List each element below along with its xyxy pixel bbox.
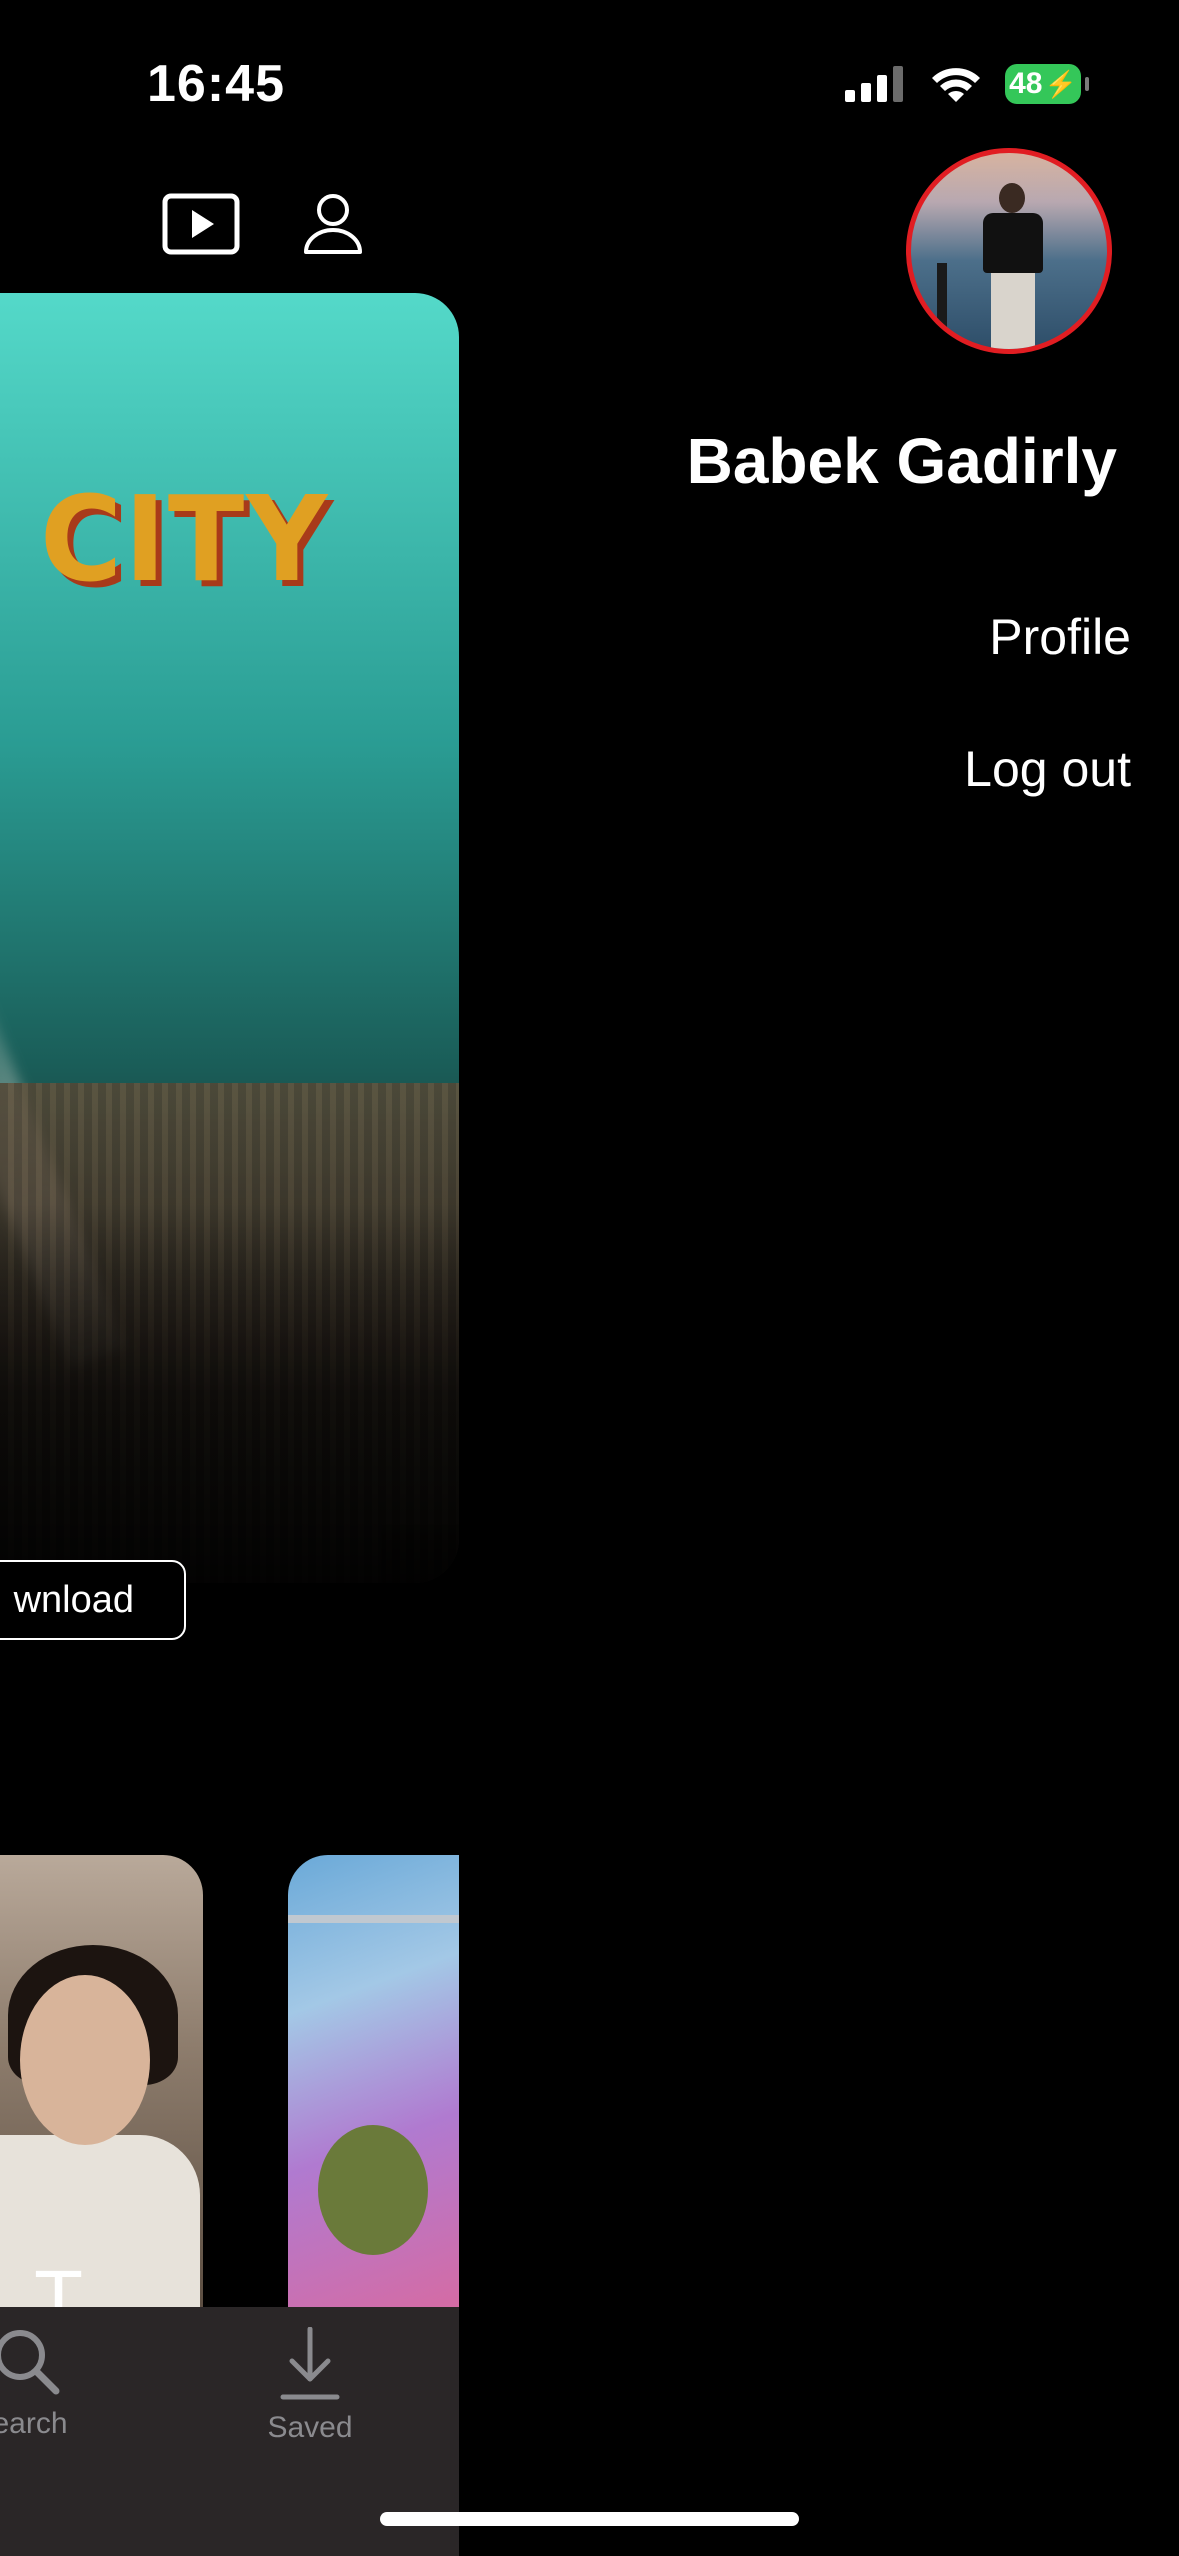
avatar-photo [983, 213, 1043, 273]
search-icon [0, 2330, 60, 2395]
avatar-photo [991, 271, 1035, 349]
top-icons [162, 192, 364, 256]
hero-title: CITY [40, 471, 330, 609]
menu-item-log-out[interactable]: Log out [964, 740, 1131, 798]
status-icons: 48 ⚡ [845, 64, 1089, 104]
movie-poster[interactable]: S T [0, 1855, 203, 2315]
movie-poster[interactable] [288, 1855, 459, 2315]
person-icon[interactable] [302, 192, 364, 256]
poster-artwork [318, 2125, 428, 2255]
tab-search[interactable]: earch [0, 2327, 100, 2441]
poster-artwork [20, 1975, 150, 2145]
tab-saved[interactable]: Saved [250, 2327, 370, 2445]
hero-artwork [0, 1083, 459, 1583]
tab-search-label: earch [0, 2407, 68, 2440]
battery-level: 48 [1009, 67, 1043, 100]
wifi-icon [932, 68, 980, 102]
poster-title: S T [0, 2254, 124, 2315]
menu-item-profile[interactable]: Profile [989, 608, 1131, 666]
bolt-icon: ⚡ [1044, 68, 1077, 99]
user-name: Babek Gadirly [686, 425, 1117, 497]
battery-charging-icon: 48 ⚡ [1005, 64, 1089, 104]
hero-banner[interactable]: CITY [0, 293, 459, 1583]
avatar-photo [937, 263, 947, 349]
poster-artwork [288, 1915, 459, 1923]
download-button[interactable]: wnload [0, 1560, 186, 1640]
avatar-photo [999, 183, 1025, 213]
cellular-signal-icon [845, 66, 903, 102]
download-icon [280, 2327, 340, 2400]
home-indicator[interactable] [380, 2512, 799, 2526]
avatar[interactable] [906, 148, 1112, 354]
main-content-panel[interactable]: CITY wnload S T earch [0, 0, 459, 2556]
play-icon[interactable] [162, 193, 240, 255]
tab-saved-label: Saved [267, 2411, 353, 2444]
app-screen: 16:45 48 ⚡ CITY wnload T earch Saved Bab… [0, 0, 1179, 2556]
